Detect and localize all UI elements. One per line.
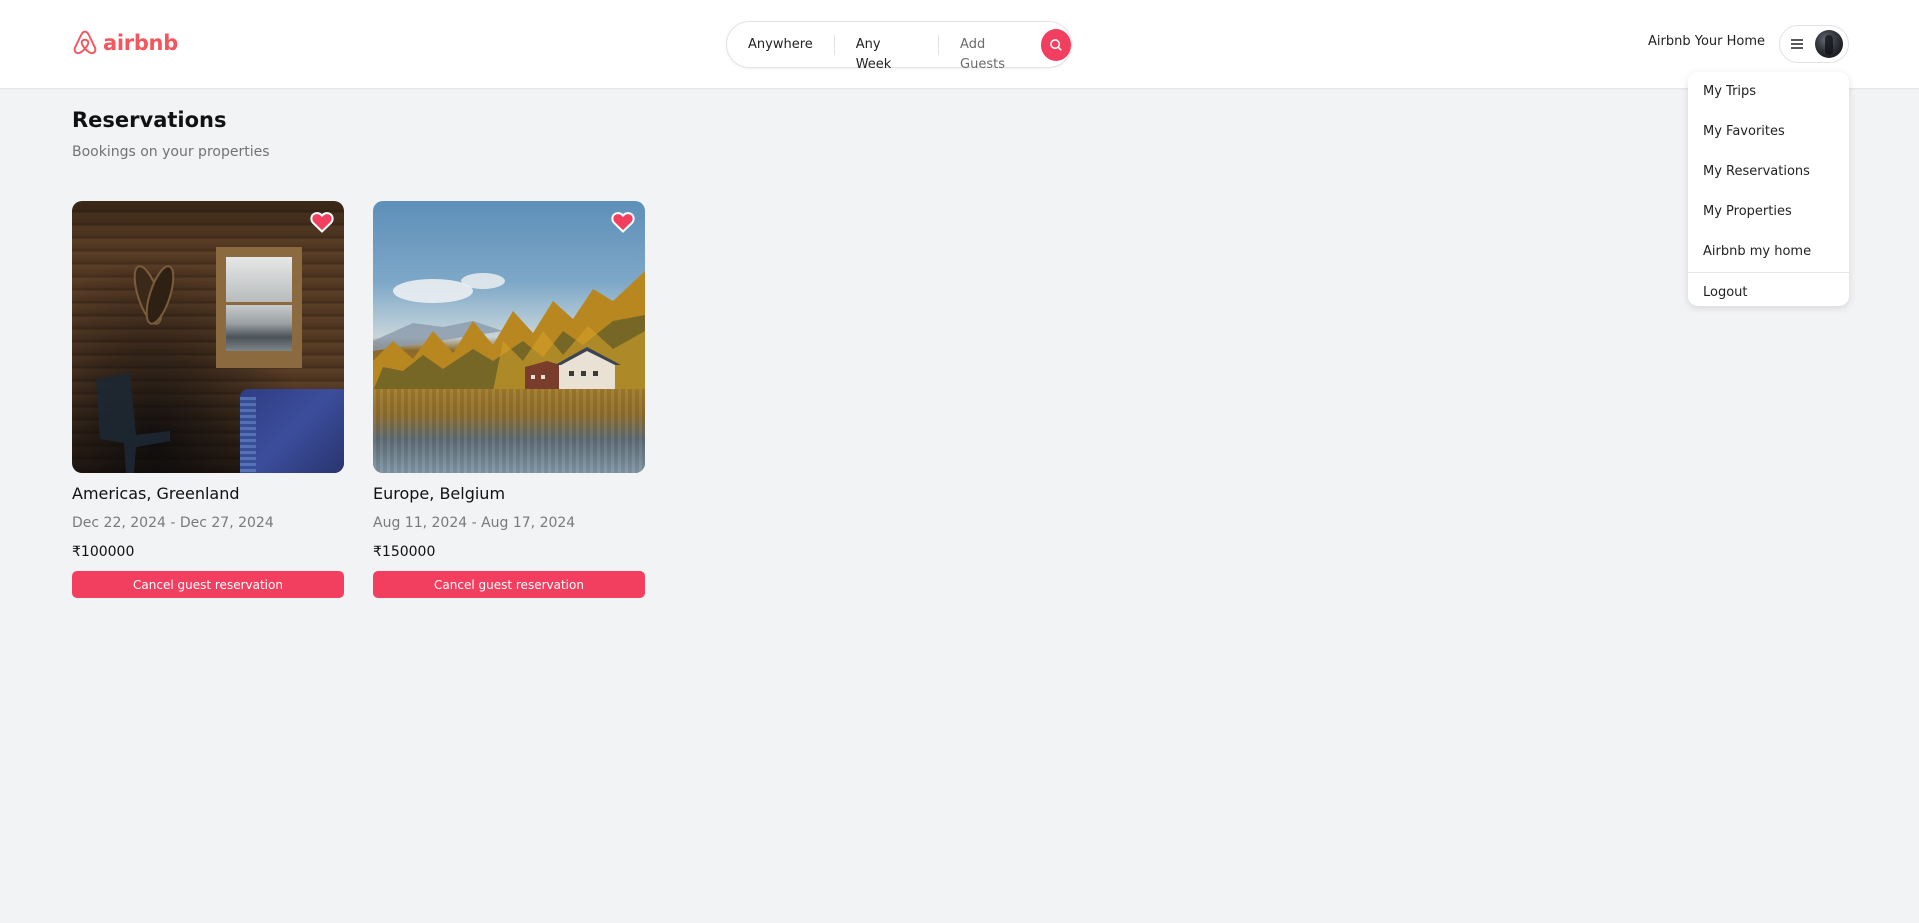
- search-guests-button[interactable]: Add Guests: [939, 35, 1041, 72]
- window-decoration: [216, 247, 302, 368]
- user-menu-button[interactable]: [1779, 25, 1849, 63]
- user-avatar: [1815, 30, 1843, 58]
- lake-decoration: [373, 389, 645, 473]
- page-subtitle: Bookings on your properties: [72, 144, 270, 160]
- search-week-button[interactable]: Any Week: [835, 35, 938, 72]
- cancel-guest-reservation-button[interactable]: Cancel guest reservation: [72, 571, 344, 598]
- listing-image[interactable]: [72, 201, 344, 473]
- house-decoration: [525, 347, 621, 389]
- favorite-heart-icon[interactable]: [310, 211, 334, 233]
- reservation-location: Europe, Belgium: [373, 484, 506, 503]
- favorite-heart-icon[interactable]: [611, 211, 635, 233]
- top-navbar: airbnb Anywhere Any Week Add Guests Airb…: [0, 0, 1919, 89]
- menu-item-my-properties[interactable]: My Properties: [1688, 192, 1849, 232]
- page-title: Reservations: [72, 108, 227, 132]
- chair-decoration: [96, 373, 170, 473]
- logo-wordmark: airbnb: [103, 31, 178, 55]
- menu-item-airbnb-my-home[interactable]: Airbnb my home: [1688, 232, 1849, 272]
- reservation-card: Europe, Belgium Aug 11, 2024 - Aug 17, 2…: [373, 201, 645, 598]
- search-bar: Anywhere Any Week Add Guests: [726, 21, 1072, 72]
- snowshoes-decoration: [133, 265, 175, 325]
- reservation-price: ₹150000: [373, 544, 436, 560]
- menu-item-my-trips[interactable]: My Trips: [1688, 72, 1849, 112]
- cancel-guest-reservation-button[interactable]: Cancel guest reservation: [373, 571, 645, 598]
- listing-image[interactable]: [373, 201, 645, 473]
- airbnb-your-home-link[interactable]: Airbnb Your Home: [1648, 34, 1765, 49]
- bed-decoration: [240, 389, 344, 473]
- reservations-grid: Americas, Greenland Dec 22, 2024 - Dec 2…: [72, 201, 645, 598]
- user-dropdown-menu: My Trips My Favorites My Reservations My…: [1688, 72, 1849, 306]
- reservation-dates: Aug 11, 2024 - Aug 17, 2024: [373, 515, 576, 531]
- airbnb-logo[interactable]: airbnb: [71, 28, 178, 58]
- menu-item-my-favorites[interactable]: My Favorites: [1688, 112, 1849, 152]
- menu-item-logout[interactable]: Logout: [1688, 273, 1849, 306]
- menu-item-my-reservations[interactable]: My Reservations: [1688, 152, 1849, 192]
- hamburger-menu-icon: [1791, 39, 1803, 49]
- search-submit-button[interactable]: [1040, 28, 1071, 61]
- reservation-location: Americas, Greenland: [72, 484, 240, 503]
- reservation-dates: Dec 22, 2024 - Dec 27, 2024: [72, 515, 274, 531]
- reservation-price: ₹100000: [72, 544, 135, 560]
- airbnb-logo-icon: [73, 30, 97, 55]
- search-location-button[interactable]: Anywhere: [727, 35, 834, 55]
- search-icon: [1049, 38, 1062, 51]
- reservation-card: Americas, Greenland Dec 22, 2024 - Dec 2…: [72, 201, 344, 598]
